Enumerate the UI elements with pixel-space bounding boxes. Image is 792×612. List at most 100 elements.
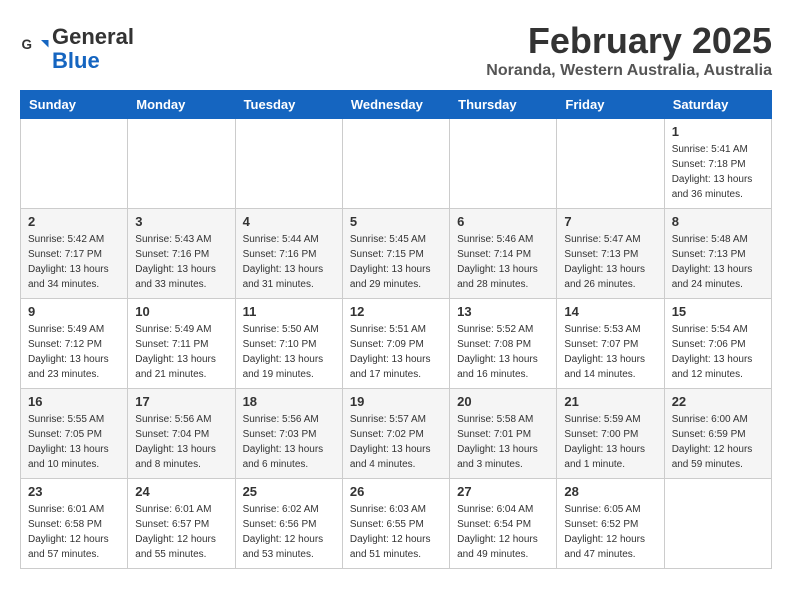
day-info: Sunrise: 5:44 AM Sunset: 7:16 PM Dayligh… (243, 232, 335, 292)
day-number: 11 (243, 304, 335, 319)
calendar-cell: 20 Sunrise: 5:58 AM Sunset: 7:01 PM Dayli… (450, 389, 557, 479)
day-number: 16 (28, 394, 120, 409)
day-number: 12 (350, 304, 442, 319)
day-info: Sunrise: 6:05 AM Sunset: 6:52 PM Dayligh… (564, 502, 656, 562)
calendar-cell: 11 Sunrise: 5:50 AM Sunset: 7:10 PM Dayli… (235, 299, 342, 389)
calendar-cell: 27 Sunrise: 6:04 AM Sunset: 6:54 PM Dayli… (450, 479, 557, 569)
calendar-week-row: 9Sunrise: 5:49 AM Sunset: 7:12 PM Daylig… (21, 299, 772, 389)
weekday-header: Thursday (450, 91, 557, 119)
calendar-cell: 25 Sunrise: 6:02 AM Sunset: 6:56 PM Dayli… (235, 479, 342, 569)
day-info: Sunrise: 5:57 AM Sunset: 7:02 PM Dayligh… (350, 412, 442, 472)
day-number: 6 (457, 214, 549, 229)
day-number: 14 (564, 304, 656, 319)
logo-text: General Blue (52, 25, 134, 73)
calendar-cell (664, 479, 771, 569)
calendar-cell (450, 119, 557, 209)
calendar-cell: 19 Sunrise: 5:57 AM Sunset: 7:02 PM Dayli… (342, 389, 449, 479)
day-info: Sunrise: 5:59 AM Sunset: 7:00 PM Dayligh… (564, 412, 656, 472)
calendar-cell: 7 Sunrise: 5:47 AM Sunset: 7:13 PM Daylig… (557, 209, 664, 299)
calendar-cell: 15Sunrise: 5:54 AM Sunset: 7:06 PM Dayli… (664, 299, 771, 389)
calendar-cell (342, 119, 449, 209)
day-info: Sunrise: 5:49 AM Sunset: 7:11 PM Dayligh… (135, 322, 227, 382)
day-number: 5 (350, 214, 442, 229)
calendar-cell: 13Sunrise: 5:52 AM Sunset: 7:08 PM Dayli… (450, 299, 557, 389)
day-number: 21 (564, 394, 656, 409)
calendar-cell (235, 119, 342, 209)
day-number: 25 (243, 484, 335, 499)
day-number: 4 (243, 214, 335, 229)
weekday-header: Sunday (21, 91, 128, 119)
day-number: 3 (135, 214, 227, 229)
day-number: 7 (564, 214, 656, 229)
day-info: Sunrise: 5:52 AM Sunset: 7:08 PM Dayligh… (457, 322, 549, 382)
weekday-header: Saturday (664, 91, 771, 119)
calendar-cell (21, 119, 128, 209)
calendar-week-row: 2 Sunrise: 5:42 AM Sunset: 7:17 PM Daylig… (21, 209, 772, 299)
day-info: Sunrise: 5:54 AM Sunset: 7:06 PM Dayligh… (672, 322, 764, 382)
day-info: Sunrise: 6:04 AM Sunset: 6:54 PM Dayligh… (457, 502, 549, 562)
day-info: Sunrise: 5:58 AM Sunset: 7:01 PM Dayligh… (457, 412, 549, 472)
logo-icon: G (20, 34, 50, 64)
logo: G General Blue (20, 25, 134, 73)
day-info: Sunrise: 6:01 AM Sunset: 6:58 PM Dayligh… (28, 502, 120, 562)
day-info: Sunrise: 5:51 AM Sunset: 7:09 PM Dayligh… (350, 322, 442, 382)
weekday-header-row: SundayMondayTuesdayWednesdayThursdayFrid… (21, 91, 772, 119)
day-info: Sunrise: 6:01 AM Sunset: 6:57 PM Dayligh… (135, 502, 227, 562)
day-number: 18 (243, 394, 335, 409)
day-number: 19 (350, 394, 442, 409)
calendar-week-row: 23 Sunrise: 6:01 AM Sunset: 6:58 PM Dayli… (21, 479, 772, 569)
calendar-cell: 9Sunrise: 5:49 AM Sunset: 7:12 PM Daylig… (21, 299, 128, 389)
day-number: 22 (672, 394, 764, 409)
page-header: G General Blue February 2025 Noranda, We… (20, 20, 772, 80)
day-number: 23 (28, 484, 120, 499)
day-info: Sunrise: 6:02 AM Sunset: 6:56 PM Dayligh… (243, 502, 335, 562)
calendar-cell: 16 Sunrise: 5:55 AM Sunset: 7:05 PM Dayli… (21, 389, 128, 479)
day-info: Sunrise: 6:03 AM Sunset: 6:55 PM Dayligh… (350, 502, 442, 562)
day-info: Sunrise: 5:48 AM Sunset: 7:13 PM Dayligh… (672, 232, 764, 292)
calendar-cell: 2 Sunrise: 5:42 AM Sunset: 7:17 PM Daylig… (21, 209, 128, 299)
weekday-header: Friday (557, 91, 664, 119)
calendar-cell: 6 Sunrise: 5:46 AM Sunset: 7:14 PM Daylig… (450, 209, 557, 299)
calendar-cell: 14 Sunrise: 5:53 AM Sunset: 7:07 PM Dayli… (557, 299, 664, 389)
day-number: 28 (564, 484, 656, 499)
day-info: Sunrise: 5:49 AM Sunset: 7:12 PM Dayligh… (28, 322, 120, 382)
day-info: Sunrise: 5:55 AM Sunset: 7:05 PM Dayligh… (28, 412, 120, 472)
day-info: Sunrise: 5:47 AM Sunset: 7:13 PM Dayligh… (564, 232, 656, 292)
day-number: 27 (457, 484, 549, 499)
calendar-week-row: 1 Sunrise: 5:41 AM Sunset: 7:18 PM Daylig… (21, 119, 772, 209)
calendar-title: February 2025 (486, 20, 772, 62)
calendar-cell: 12 Sunrise: 5:51 AM Sunset: 7:09 PM Dayli… (342, 299, 449, 389)
title-section: February 2025 Noranda, Western Australia… (486, 20, 772, 80)
day-info: Sunrise: 5:45 AM Sunset: 7:15 PM Dayligh… (350, 232, 442, 292)
day-info: Sunrise: 5:56 AM Sunset: 7:03 PM Dayligh… (243, 412, 335, 472)
calendar-cell: 28 Sunrise: 6:05 AM Sunset: 6:52 PM Dayli… (557, 479, 664, 569)
calendar-cell: 10 Sunrise: 5:49 AM Sunset: 7:11 PM Dayli… (128, 299, 235, 389)
day-info: Sunrise: 5:53 AM Sunset: 7:07 PM Dayligh… (564, 322, 656, 382)
calendar-cell: 4 Sunrise: 5:44 AM Sunset: 7:16 PM Daylig… (235, 209, 342, 299)
calendar-cell: 17Sunrise: 5:56 AM Sunset: 7:04 PM Dayli… (128, 389, 235, 479)
calendar-cell: 26 Sunrise: 6:03 AM Sunset: 6:55 PM Dayli… (342, 479, 449, 569)
day-info: Sunrise: 6:00 AM Sunset: 6:59 PM Dayligh… (672, 412, 764, 472)
calendar-cell: 3Sunrise: 5:43 AM Sunset: 7:16 PM Daylig… (128, 209, 235, 299)
calendar-cell: 24 Sunrise: 6:01 AM Sunset: 6:57 PM Dayli… (128, 479, 235, 569)
day-number: 8 (672, 214, 764, 229)
day-info: Sunrise: 5:41 AM Sunset: 7:18 PM Dayligh… (672, 142, 764, 202)
day-info: Sunrise: 5:50 AM Sunset: 7:10 PM Dayligh… (243, 322, 335, 382)
calendar-subtitle: Noranda, Western Australia, Australia (486, 62, 772, 80)
calendar-cell: 8 Sunrise: 5:48 AM Sunset: 7:13 PM Daylig… (664, 209, 771, 299)
day-number: 10 (135, 304, 227, 319)
weekday-header: Wednesday (342, 91, 449, 119)
weekday-header: Monday (128, 91, 235, 119)
day-number: 2 (28, 214, 120, 229)
day-number: 20 (457, 394, 549, 409)
calendar-cell: 22 Sunrise: 6:00 AM Sunset: 6:59 PM Dayli… (664, 389, 771, 479)
day-number: 24 (135, 484, 227, 499)
day-number: 26 (350, 484, 442, 499)
day-info: Sunrise: 5:46 AM Sunset: 7:14 PM Dayligh… (457, 232, 549, 292)
day-number: 1 (672, 124, 764, 139)
day-info: Sunrise: 5:42 AM Sunset: 7:17 PM Dayligh… (28, 232, 120, 292)
calendar-table: SundayMondayTuesdayWednesdayThursdayFrid… (20, 90, 772, 569)
calendar-cell (557, 119, 664, 209)
calendar-cell (128, 119, 235, 209)
calendar-cell: 23 Sunrise: 6:01 AM Sunset: 6:58 PM Dayli… (21, 479, 128, 569)
